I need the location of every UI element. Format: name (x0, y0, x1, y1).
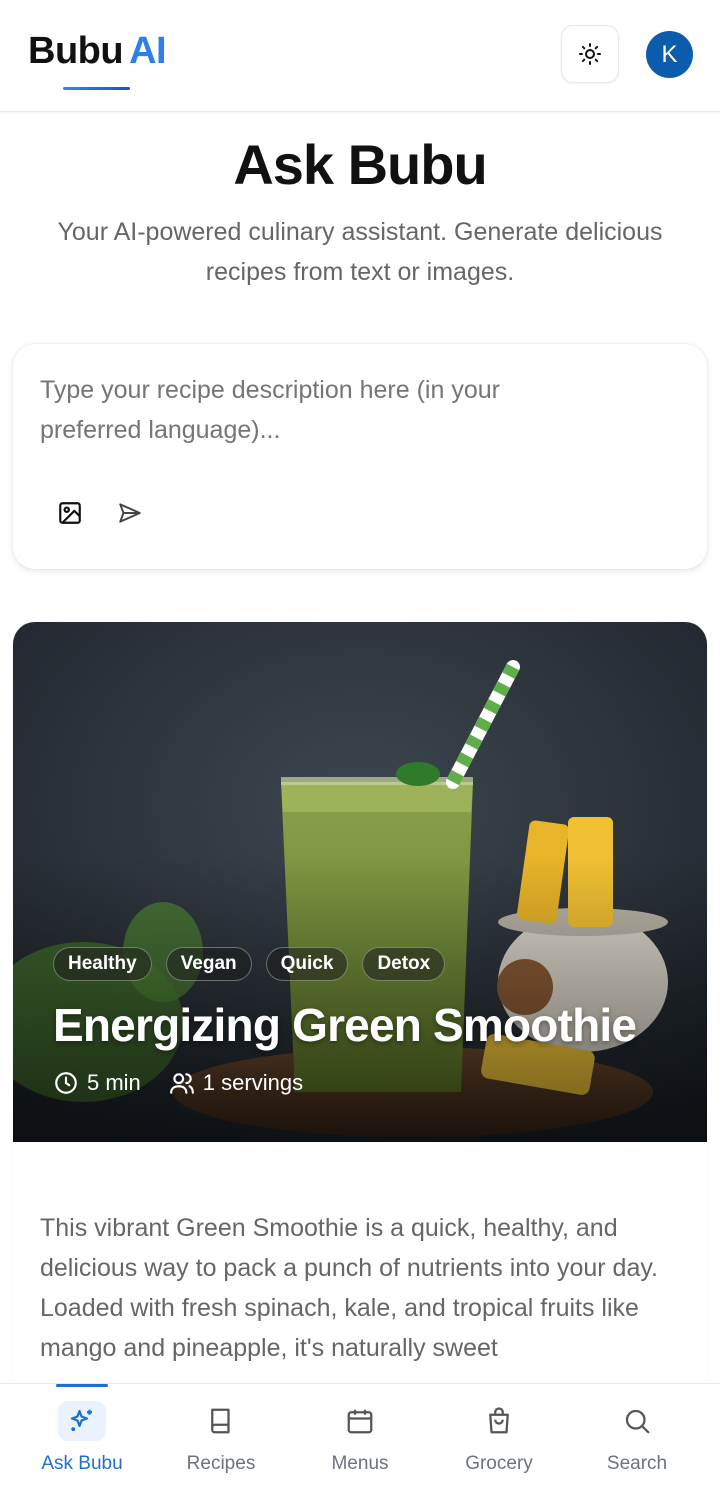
servings-value: 1 servings (202, 1070, 304, 1095)
page-subtitle: Your AI-powered culinary assistant. Gene… (57, 218, 663, 286)
prompt-card (13, 344, 707, 569)
page-title: Ask Bubu (233, 133, 487, 196)
recipe-title: Energizing Green Smoothie (53, 999, 637, 1051)
upload-image-button[interactable] (50, 493, 90, 533)
recipe-meta: 5 min 1 servings (53, 1070, 331, 1096)
servings: 1 servings (169, 1070, 303, 1096)
nav-label: Grocery (465, 1453, 533, 1474)
recipe-description: This vibrant Green Smoothie is a quick, … (40, 1214, 658, 1362)
recipe-prompt-input[interactable] (40, 370, 560, 454)
clock-icon (55, 1072, 77, 1094)
logo-underline (63, 87, 130, 90)
nav-item-recipes[interactable]: Recipes (161, 1384, 281, 1491)
send-button[interactable] (110, 493, 150, 533)
nav-label: Recipes (186, 1453, 256, 1474)
prep-time-value: 5 min (87, 1070, 141, 1095)
tag-chip[interactable]: Detox (362, 947, 446, 981)
nav-item-ask-bubu[interactable]: Ask Bubu (22, 1384, 142, 1491)
logo-main-text: Bubu (28, 30, 124, 72)
send-icon (119, 503, 141, 523)
avatar-initial: K (661, 40, 678, 68)
bottom-navigation: Ask Bubu Recipes Menus Grocery Search (0, 1383, 720, 1491)
tag-chip[interactable]: Vegan (165, 947, 252, 981)
nav-icon-container (58, 1401, 106, 1441)
prep-time: 5 min (53, 1070, 141, 1096)
nav-item-search[interactable]: Search (577, 1384, 697, 1491)
image-gradient-overlay (13, 622, 707, 1142)
sun-icon (579, 43, 601, 65)
nav-item-menus[interactable]: Menus (300, 1384, 420, 1491)
image-icon (59, 502, 81, 524)
recipe-tags: Healthy Vegan Quick Detox (53, 947, 446, 981)
app-logo[interactable]: Bubu AI (28, 30, 167, 73)
book-icon (211, 1408, 230, 1434)
tag-chip[interactable]: Healthy (53, 947, 152, 981)
top-app-bar: Bubu AI K (0, 0, 720, 112)
nav-icon-container (336, 1401, 384, 1441)
search-icon (625, 1409, 650, 1434)
tag-chip[interactable]: Quick (265, 947, 349, 981)
nav-icon-container (197, 1401, 245, 1441)
theme-toggle-button[interactable] (561, 25, 619, 83)
nav-item-grocery[interactable]: Grocery (439, 1384, 559, 1491)
user-avatar[interactable]: K (646, 31, 693, 78)
logo-accent-text: AI (129, 30, 167, 72)
nav-label: Search (606, 1453, 668, 1474)
nav-label: Menus (331, 1453, 389, 1474)
users-icon (169, 1073, 194, 1094)
nav-label: Ask Bubu (41, 1453, 123, 1474)
nav-icon-container (475, 1401, 523, 1441)
sparkles-icon (70, 1409, 92, 1431)
nav-icon-container (613, 1401, 661, 1441)
shopping-bag-icon (489, 1407, 509, 1434)
calendar-icon (347, 1409, 373, 1434)
recipe-card[interactable]: Healthy Vegan Quick Detox Energizing Gre… (13, 622, 707, 1491)
